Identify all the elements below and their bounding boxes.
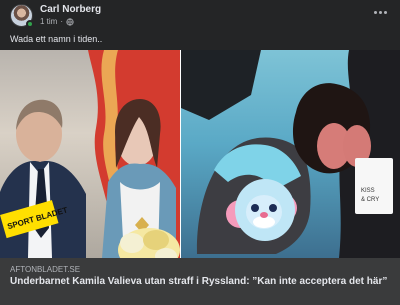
meta-separator: ·: [60, 17, 64, 26]
link-domain: AFTONBLADET.SE: [10, 265, 81, 274]
post-meta: 1 tim ·: [40, 17, 74, 26]
post-caption: Wada ett namn i tiden..: [10, 34, 103, 44]
right-photo[interactable]: KISS & CRY: [181, 50, 400, 258]
post-time[interactable]: 1 tim: [40, 17, 57, 26]
more-horizontal-icon[interactable]: [370, 5, 390, 19]
left-photo[interactable]: SPORT BLADET: [0, 50, 180, 258]
link-preview[interactable]: AFTONBLADET.SE Underbarnet Kamila Valiev…: [0, 258, 400, 305]
post-image-collage[interactable]: SPORT BLADET KISS & CRY: [0, 50, 400, 258]
link-title[interactable]: Underbarnet Kamila Valieva utan straff i…: [10, 276, 390, 288]
facebook-post: Carl Norberg 1 tim · Wada ett namn i tid…: [0, 0, 400, 305]
svg-text:& CRY: & CRY: [361, 197, 379, 203]
globe-icon[interactable]: [66, 17, 74, 26]
post-header: Carl Norberg 1 tim ·: [0, 0, 400, 30]
svg-text:KISS: KISS: [361, 188, 375, 194]
author-name[interactable]: Carl Norberg: [40, 4, 101, 15]
online-status-dot: [26, 20, 34, 28]
